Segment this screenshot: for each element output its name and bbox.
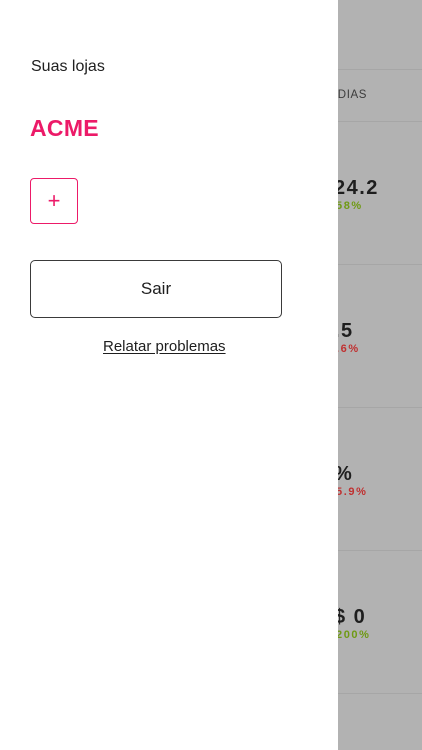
report-problems-link[interactable]: Relatar problemas (103, 338, 226, 355)
metric-change: 200% (336, 629, 371, 641)
store-item-acme[interactable]: ACME (30, 115, 99, 142)
metric-change: 5.9% (336, 486, 368, 498)
plus-icon: + (47, 188, 61, 213)
logout-button[interactable]: Sair (30, 260, 282, 318)
metric-change: 58% (336, 200, 363, 212)
add-store-button[interactable]: + (30, 178, 78, 224)
drawer-heading: Suas lojas (31, 58, 105, 75)
metric-value: 24.2 (334, 177, 379, 199)
metric-value: $ 0 (334, 606, 367, 628)
stores-drawer: Suas lojas ACME + Sair Relatar problemas (0, 0, 338, 750)
metric-change: .6% (336, 343, 360, 355)
